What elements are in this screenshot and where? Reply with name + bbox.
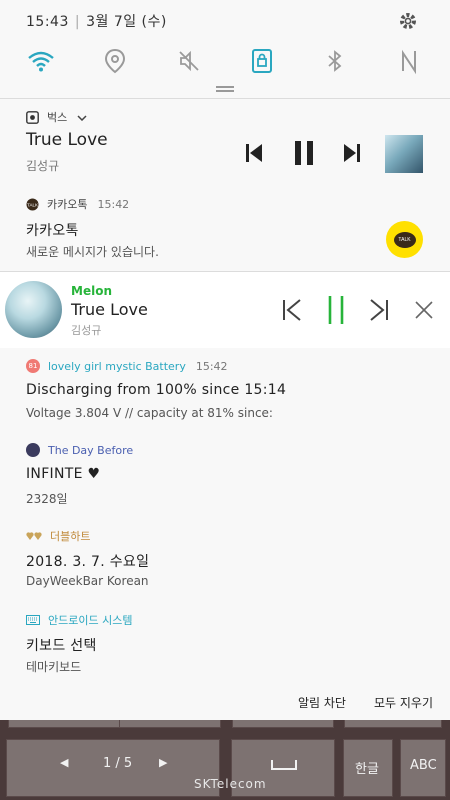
battery-app-name: lovely girl mystic Battery [48,359,186,373]
bugs-album-art [385,135,423,173]
skip-next-icon [344,144,360,162]
status-date: 3월 7일 (수) [86,14,167,30]
rotation-lock-toggle[interactable] [247,46,277,76]
melon-previous-button[interactable] [281,298,303,322]
melon-pause-button[interactable] [326,294,346,326]
bugs-app-icon [26,110,39,124]
wifi-toggle[interactable] [26,46,56,76]
abc-key-label: ABC [410,758,437,773]
keyboard-key[interactable] [119,720,221,728]
bugs-track-title: True Love [26,130,108,150]
hangul-key[interactable]: 한글 [343,739,393,797]
quick-settings-row [0,46,450,80]
status-time-date: 15:43 | 3월 7일 (수) [26,11,167,31]
battery-badge: 81 [26,359,40,373]
dday-title: INFINTE ♥ [26,466,101,482]
keyboard-icon [26,615,40,625]
android-system-app-header: 안드로이드 시스템 [26,612,132,628]
quick-settings-panel: 15:43 | 3월 7일 (수) [0,0,450,98]
panel-drag-handle[interactable] [216,86,234,92]
dday-app-header: The Day Before [26,443,133,457]
kakao-time: 15:42 [97,197,130,211]
melon-album-art [5,281,62,338]
sound-off-icon [179,50,199,72]
svg-text:TALK: TALK [27,202,38,207]
carrier-label: SKTelecom [194,777,267,791]
dday-app-icon [26,443,40,457]
close-icon [415,301,433,319]
kakao-message: 새로운 메시지가 있습니다. [26,245,159,259]
keyboard-page-key[interactable]: ◀ 1 / 5 ▶ [6,739,220,797]
doubleheart-subtitle: DayWeekBar Korean [26,574,149,588]
bugs-app-header[interactable]: 벅스 [26,109,87,125]
kakao-app-header[interactable]: TALK 카카오톡 15:42 [26,196,129,212]
pause-icon [328,296,344,324]
kakao-talk-icon: TALK [26,198,39,210]
location-icon [104,48,126,74]
keyboard-select-title: 키보드 선택 [26,638,97,654]
wifi-icon [28,51,54,72]
space-bar-icon [271,760,297,770]
dday-subtitle: 2328일 [26,492,68,506]
notification-list: 81 lovely girl mystic Battery 15:42 Disc… [0,348,450,720]
skip-previous-icon [246,144,262,162]
status-time: 15:43 [26,14,69,30]
pause-icon [295,141,313,165]
doubleheart-app-header: 더블하트 [26,528,90,544]
melon-logo: Melon [71,284,112,298]
kakao-title: 카카오톡 [26,223,79,239]
sound-toggle[interactable] [174,46,204,76]
battery-app-header: 81 lovely girl mystic Battery 15:42 [26,359,228,373]
kakao-app-name: 카카오톡 [47,198,88,211]
notification-card-bugs-kakao: 벅스 True Love 김성규 TALK 카카오톡 15:42 카카오톡 새로… [0,99,450,271]
bugs-pause-button[interactable] [292,139,316,167]
status-separator: | [74,14,81,30]
melon-track-artist: 김성규 [71,324,102,337]
abc-key[interactable]: ABC [400,739,446,797]
bugs-track-artist: 김성규 [26,159,60,173]
android-system-app-name: 안드로이드 시스템 [48,614,133,627]
keyboard-page-indicator: 1 / 5 [103,756,133,771]
screen-rotation-lock-icon [252,49,272,73]
block-notifications-button[interactable]: 알림 차단 [298,694,346,711]
nfc-toggle[interactable] [394,46,424,76]
keyboard-key[interactable] [232,720,334,728]
nfc-icon [402,49,416,75]
bluetooth-toggle[interactable] [320,46,350,76]
melon-track-title: True Love [71,300,148,319]
battery-subtitle: Voltage 3.804 V // capacity at 81% since… [26,406,273,420]
skip-next-icon [370,299,388,321]
kakao-talk-icon[interactable]: TALK [386,221,423,258]
bluetooth-icon [328,50,342,72]
doubleheart-title: 2018. 3. 7. 수요일 [26,554,150,570]
page-prev-icon[interactable]: ◀ [60,756,68,769]
keyboard-key[interactable] [344,720,442,728]
location-toggle[interactable] [100,46,130,76]
keyboard-select-subtitle: 테마키보드 [26,660,82,674]
bugs-next-button[interactable] [342,141,362,165]
melon-close-button[interactable] [414,300,434,320]
battery-time: 15:42 [195,359,228,373]
bugs-app-name: 벅스 [47,111,68,124]
hangul-key-label: 한글 [355,762,379,777]
keyboard-key[interactable] [8,720,120,728]
battery-title: Discharging from 100% since 15:14 [26,382,287,398]
chevron-down-icon[interactable] [77,111,87,124]
doubleheart-app-name: 더블하트 [50,530,91,543]
kakao-badge-text: TALK [393,231,416,248]
settings-gear-icon[interactable] [398,11,418,31]
melon-player-card[interactable]: Melon True Love 김성규 [0,272,450,348]
dday-app-name: The Day Before [48,443,134,457]
double-heart-icon [26,532,42,540]
clear-all-button[interactable]: 모두 지우기 [374,694,433,711]
melon-next-button[interactable] [368,298,390,322]
bugs-previous-button[interactable] [244,141,264,165]
skip-previous-icon [283,299,301,321]
page-next-icon[interactable]: ▶ [159,756,167,769]
